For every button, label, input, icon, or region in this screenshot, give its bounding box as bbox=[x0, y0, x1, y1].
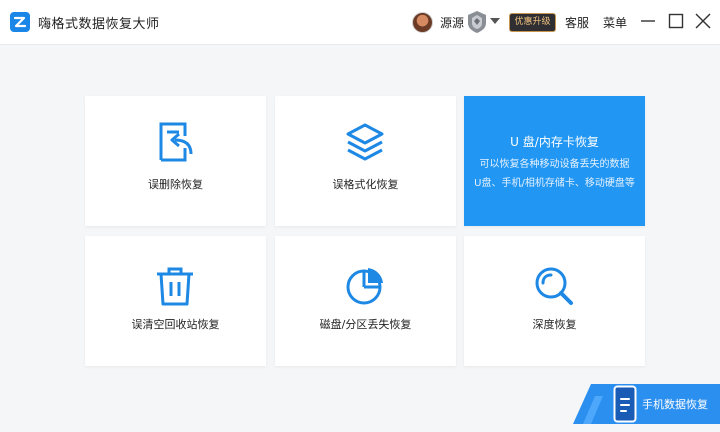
maximize-icon[interactable] bbox=[667, 12, 685, 30]
card-title: U 盘/内存卡恢复 bbox=[510, 135, 599, 149]
card-label: 误格式化恢复 bbox=[332, 178, 399, 191]
title-bar: 嗨格式数据恢复大师 源源 优惠升级 客服 菜单 bbox=[0, 0, 720, 45]
card-label: 深度恢复 bbox=[532, 318, 577, 331]
card-label: 磁盘/分区丢失恢复 bbox=[319, 318, 412, 331]
mobile-recovery-label: 手机数据恢复 bbox=[642, 398, 708, 411]
undo-file-icon bbox=[159, 122, 193, 162]
username[interactable]: 源源 bbox=[440, 14, 464, 31]
card-description: 可以恢复各种移动设备丢失的数据 bbox=[479, 159, 630, 170]
minimize-icon[interactable] bbox=[639, 12, 657, 30]
card-deleted-recovery[interactable]: 误删除恢复 bbox=[85, 96, 266, 226]
menu-button[interactable]: 菜单 bbox=[603, 14, 627, 31]
app-title: 嗨格式数据恢复大师 bbox=[38, 17, 160, 32]
card-format-recovery[interactable]: 误格式化恢复 bbox=[275, 96, 456, 226]
customer-service-link[interactable]: 客服 bbox=[565, 14, 589, 31]
card-usb-recovery[interactable]: U 盘/内存卡恢复 可以恢复各种移动设备丢失的数据 U盘、手机/相机存储卡、移动… bbox=[464, 96, 645, 226]
trash-icon bbox=[157, 267, 193, 306]
avatar[interactable] bbox=[412, 12, 433, 33]
card-recycle-bin-recovery[interactable]: 误清空回收站恢复 bbox=[85, 236, 266, 366]
vip-shield-icon[interactable] bbox=[466, 10, 488, 34]
search-icon bbox=[535, 267, 573, 305]
close-icon[interactable] bbox=[694, 12, 712, 30]
phone-icon bbox=[613, 385, 637, 423]
card-label: 误清空回收站恢复 bbox=[131, 318, 220, 331]
card-description: U盘、手机/相机存储卡、移动硬盘等 bbox=[474, 178, 635, 189]
chevron-down-icon[interactable] bbox=[490, 17, 500, 25]
layers-icon bbox=[346, 123, 384, 161]
upgrade-button[interactable]: 优惠升级 bbox=[509, 13, 556, 32]
app-logo-icon bbox=[10, 12, 30, 32]
pie-chart-icon bbox=[346, 268, 383, 305]
card-partition-recovery[interactable]: 磁盘/分区丢失恢复 bbox=[275, 236, 456, 366]
mobile-recovery-button[interactable]: 手机数据恢复 bbox=[573, 384, 720, 432]
card-deep-recovery[interactable]: 深度恢复 bbox=[464, 236, 645, 366]
card-label: 误删除恢复 bbox=[148, 178, 203, 191]
